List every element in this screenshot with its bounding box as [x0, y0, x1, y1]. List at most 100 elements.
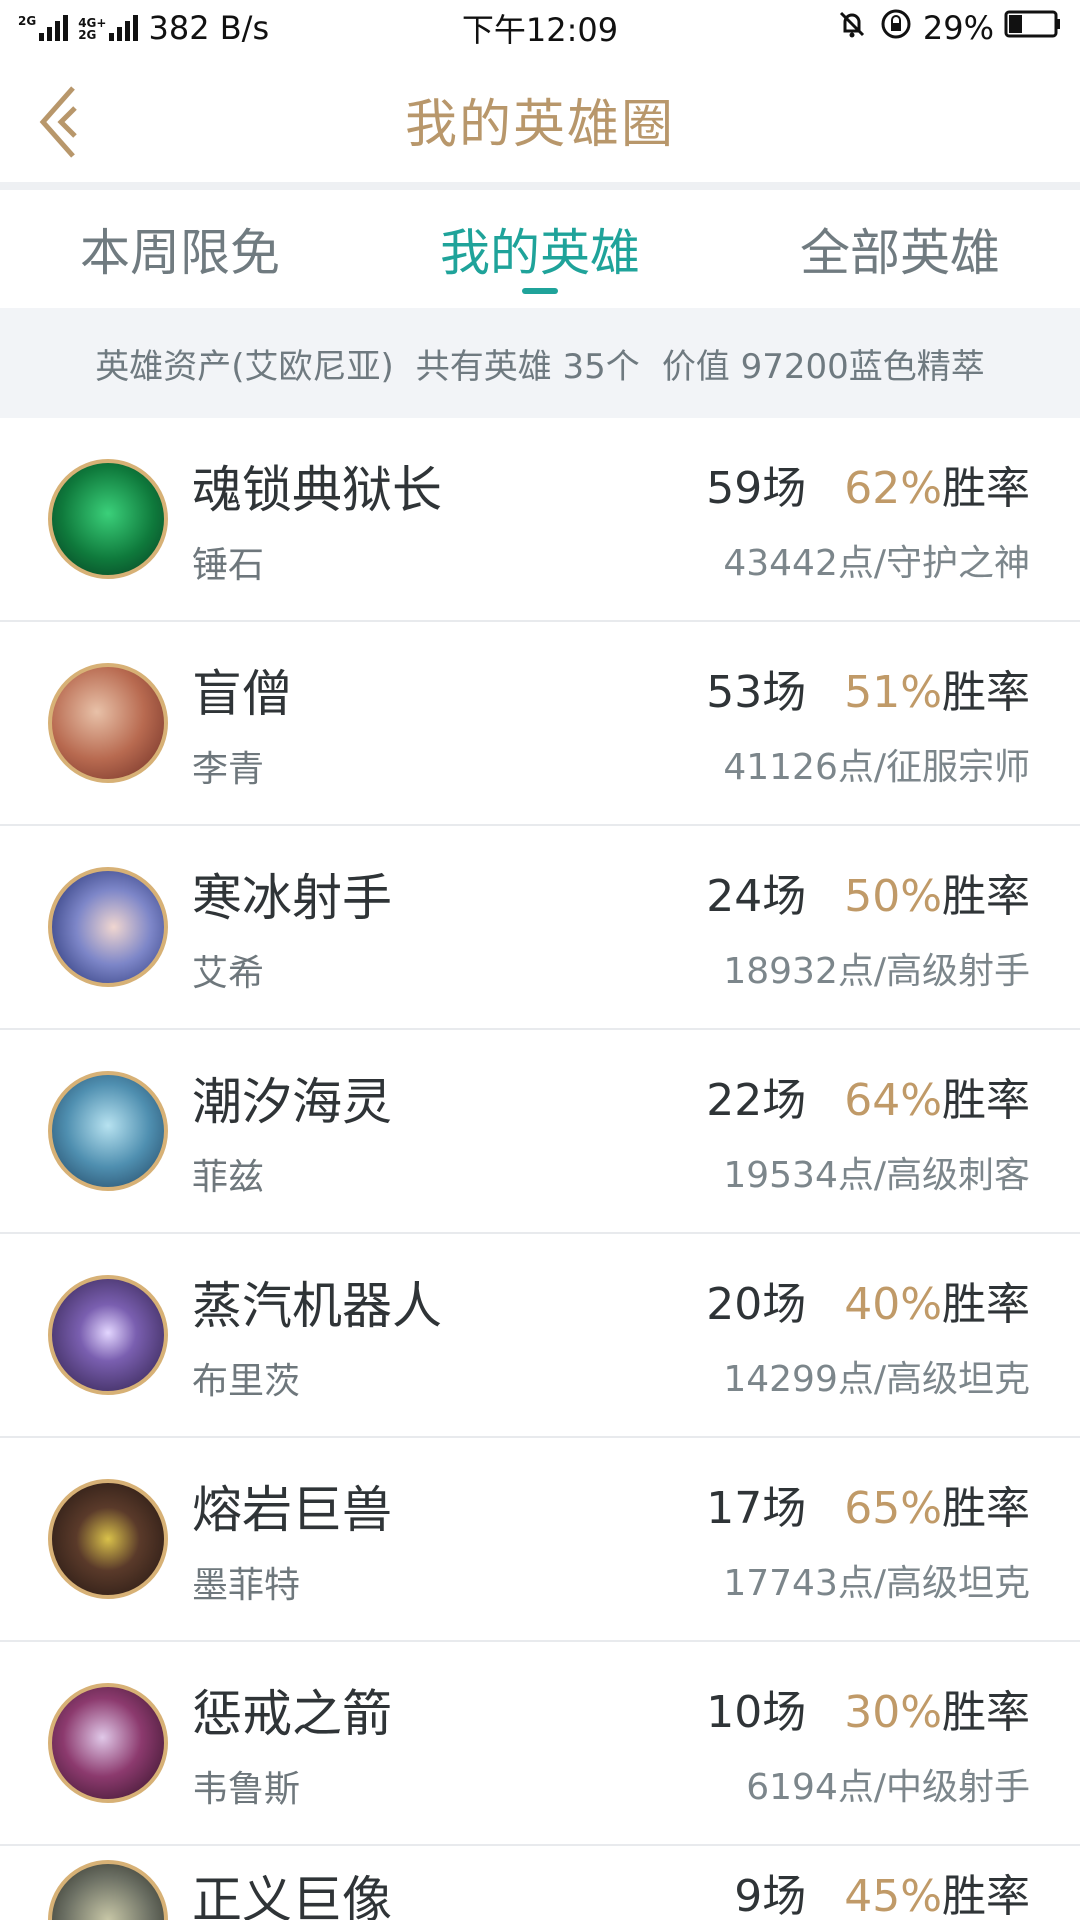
- hero-row[interactable]: 惩戒之箭 韦鲁斯 10场 30% 胜率 6194点/中级射手: [0, 1642, 1080, 1846]
- hero-points: 43442点/守护之神: [723, 543, 1030, 584]
- win-rate: 65%: [844, 1483, 942, 1534]
- match-count: 53场: [706, 667, 807, 718]
- hero-points: 41126点/征服宗师: [723, 747, 1030, 788]
- win-rate-label: 胜率: [942, 1279, 1030, 1330]
- hero-stats: 17场 65% 胜率 17743点/高级坦克: [706, 1472, 1030, 1606]
- hero-stats: 53场 51% 胜率 41126点/征服宗师: [706, 656, 1030, 790]
- win-rate: 40%: [844, 1279, 942, 1330]
- match-count: 10场: [706, 1687, 807, 1738]
- hero-name: 艾希: [192, 953, 265, 994]
- win-rate-label: 胜率: [942, 1483, 1030, 1534]
- sim1-signal-icon: 2G: [18, 14, 69, 41]
- hero-title: 惩戒之箭: [192, 1685, 392, 1743]
- hero-row[interactable]: 寒冰射手 艾希 24场 50% 胜率 18932点/高级射手: [0, 826, 1080, 1030]
- win-rate: 45%: [844, 1871, 942, 1920]
- hero-avatar: [48, 1071, 168, 1191]
- win-rate: 62%: [844, 463, 942, 514]
- match-count: 22场: [706, 1075, 807, 1126]
- hero-row[interactable]: 熔岩巨兽 墨菲特 17场 65% 胜率 17743点/高级坦克: [0, 1438, 1080, 1642]
- hero-title: 蒸汽机器人: [192, 1277, 442, 1335]
- hero-text: 潮汐海灵 菲兹: [192, 1062, 706, 1200]
- hero-name: 菲兹: [192, 1157, 265, 1198]
- hero-avatar: [48, 867, 168, 987]
- back-button[interactable]: [30, 84, 90, 164]
- hero-avatar: [48, 1275, 168, 1395]
- win-rate: 50%: [844, 871, 942, 922]
- win-rate-label: 胜率: [942, 871, 1030, 922]
- tab-all-heroes[interactable]: 全部英雄: [720, 190, 1080, 308]
- match-count: 17场: [706, 1483, 807, 1534]
- hero-avatar: [48, 1860, 168, 1920]
- hero-name: 锤石: [192, 545, 265, 586]
- hero-text: 蒸汽机器人 布里茨: [192, 1266, 706, 1404]
- status-bar: 2G 4G+ 2G 382 B/s 下午12:09 29%: [0, 0, 1080, 56]
- tab-my-heroes[interactable]: 我的英雄: [360, 190, 720, 308]
- hero-row[interactable]: 盲僧 李青 53场 51% 胜率 41126点/征服宗师: [0, 622, 1080, 826]
- hero-stats: 59场 62% 胜率 43442点/守护之神: [706, 452, 1030, 586]
- hero-stats: 10场 30% 胜率 6194点/中级射手: [706, 1676, 1030, 1810]
- hero-text: 寒冰射手 艾希: [192, 858, 706, 996]
- win-rate-label: 胜率: [942, 1075, 1030, 1126]
- summary-count: 共有英雄 35个: [415, 346, 640, 387]
- hero-row[interactable]: 正义巨像 9场 45% 胜率: [0, 1846, 1080, 1920]
- hero-title: 熔岩巨兽: [192, 1481, 392, 1539]
- status-left: 2G 4G+ 2G 382 B/s: [18, 9, 269, 47]
- hero-name: 李青: [192, 749, 265, 790]
- rotation-lock-icon: [879, 7, 913, 49]
- tab-label: 本周限免: [80, 224, 280, 282]
- status-right: 29%: [835, 7, 1062, 49]
- hero-row[interactable]: 蒸汽机器人 布里茨 20场 40% 胜率 14299点/高级坦克: [0, 1234, 1080, 1438]
- tab-label: 全部英雄: [800, 224, 1000, 282]
- tab-active-indicator: [522, 288, 558, 294]
- match-count: 24场: [706, 871, 807, 922]
- hero-row[interactable]: 潮汐海灵 菲兹 22场 64% 胜率 19534点/高级刺客: [0, 1030, 1080, 1234]
- hero-points: 19534点/高级刺客: [723, 1155, 1030, 1196]
- match-count: 59场: [706, 463, 807, 514]
- hero-title: 盲僧: [192, 665, 292, 723]
- summary-region: 英雄资产(艾欧尼亚): [95, 346, 394, 387]
- hero-stats: 22场 64% 胜率 19534点/高级刺客: [706, 1064, 1030, 1198]
- summary-value: 价值 97200蓝色精萃: [661, 346, 985, 387]
- hero-assets-summary: 英雄资产(艾欧尼亚) 共有英雄 35个 价值 97200蓝色精萃: [0, 308, 1080, 418]
- hero-stats: 9场 45% 胜率: [734, 1860, 1030, 1920]
- hero-name: 布里茨: [192, 1361, 301, 1402]
- win-rate-label: 胜率: [942, 463, 1030, 514]
- hero-name: 墨菲特: [192, 1565, 301, 1606]
- hero-stats: 20场 40% 胜率 14299点/高级坦克: [706, 1268, 1030, 1402]
- sim2-signal-icon: 4G+ 2G: [78, 15, 139, 42]
- hero-title: 寒冰射手: [192, 869, 392, 927]
- hero-title: 魂锁典狱长: [192, 461, 442, 519]
- page-title: 我的英雄圈: [404, 94, 675, 155]
- hero-stats: 24场 50% 胜率 18932点/高级射手: [706, 860, 1030, 994]
- header: 我的英雄圈: [0, 56, 1080, 190]
- hero-avatar: [48, 663, 168, 783]
- win-rate: 64%: [844, 1075, 942, 1126]
- win-rate: 51%: [844, 667, 942, 718]
- win-rate-label: 胜率: [942, 1871, 1030, 1920]
- hero-avatar: [48, 459, 168, 579]
- win-rate-label: 胜率: [942, 1687, 1030, 1738]
- hero-title: 正义巨像: [192, 1871, 392, 1920]
- tab-weekly-free[interactable]: 本周限免: [0, 190, 360, 308]
- tab-label: 我的英雄: [440, 224, 640, 282]
- hero-list: 魂锁典狱长 锤石 59场 62% 胜率 43442点/守护之神 盲僧 李青 53…: [0, 418, 1080, 1920]
- bell-muted-icon: [835, 7, 869, 49]
- hero-name: 韦鲁斯: [192, 1769, 301, 1810]
- hero-points: 6194点/中级射手: [746, 1767, 1030, 1808]
- win-rate-label: 胜率: [942, 667, 1030, 718]
- hero-row[interactable]: 魂锁典狱长 锤石 59场 62% 胜率 43442点/守护之神: [0, 418, 1080, 622]
- tab-bar: 本周限免 我的英雄 全部英雄: [0, 190, 1080, 308]
- hero-points: 14299点/高级坦克: [723, 1359, 1030, 1400]
- win-rate: 30%: [844, 1687, 942, 1738]
- hero-text: 魂锁典狱长 锤石: [192, 450, 706, 588]
- hero-points: 18932点/高级射手: [723, 951, 1030, 992]
- hero-title: 潮汐海灵: [192, 1073, 392, 1131]
- battery-icon: [1004, 9, 1062, 47]
- hero-text: 正义巨像: [192, 1860, 734, 1920]
- hero-text: 熔岩巨兽 墨菲特: [192, 1470, 706, 1608]
- hero-avatar: [48, 1479, 168, 1599]
- match-count: 9场: [734, 1871, 807, 1920]
- match-count: 20场: [706, 1279, 807, 1330]
- sim2-net-type-bottom: 2G: [78, 28, 97, 42]
- sim1-net-type: 2G: [18, 14, 37, 28]
